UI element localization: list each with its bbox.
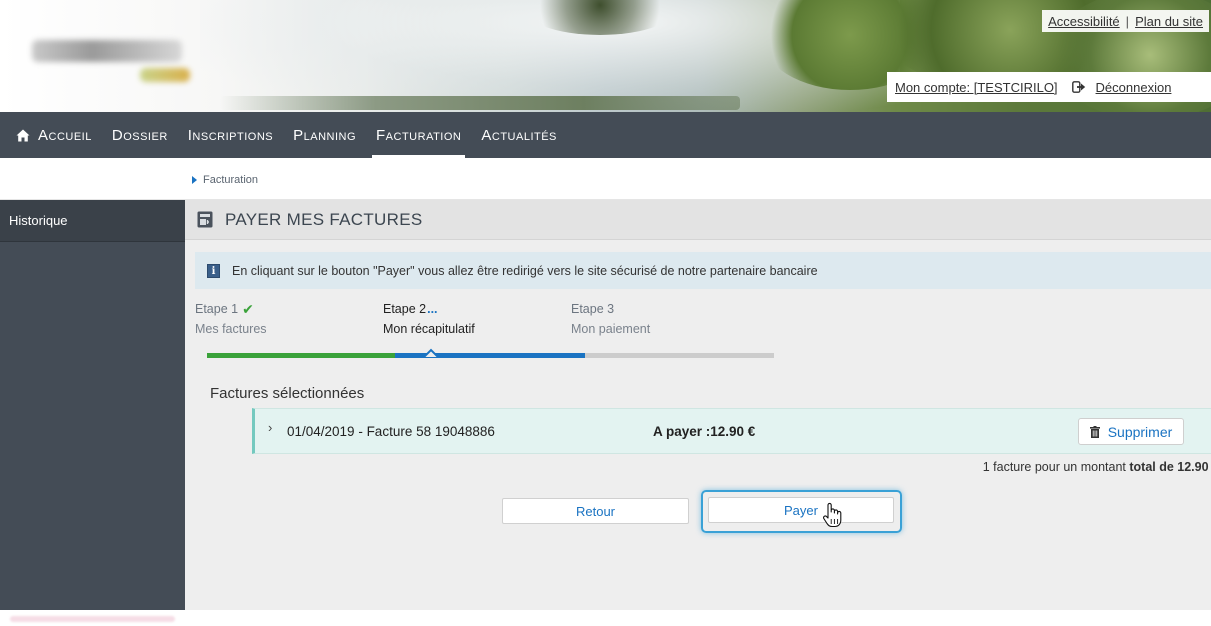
step-3: Etape 3 Mon paiement [571,300,650,336]
step-caret-icon [424,348,438,358]
home-icon [16,129,30,141]
banner-horizon [220,96,740,110]
main-nav: Accueil Dossier Inscriptions Planning Fa… [0,112,1211,158]
progress-segment-todo [585,353,774,358]
logout-link[interactable]: Déconnexion [1071,80,1172,95]
top-links: Accessibilité | Plan du site [1042,10,1209,32]
top-links-separator: | [1125,13,1130,29]
page-title-bar: PAYER MES FACTURES [185,200,1211,240]
nav-item-label: Planning [293,126,357,144]
nav-item-label: Accueil [38,126,92,144]
step-2-subtitle: Mon récapitulatif [383,322,475,336]
footer-strip [0,610,1211,626]
stepper-progress-bar [197,348,774,358]
sidebar: Historique [0,200,185,610]
step-3-title: Etape 3 [571,302,615,316]
in-progress-dots: ... [427,302,438,316]
step-2: Etape 2 ... Mon récapitulatif [383,300,475,336]
info-icon: i [207,263,220,278]
breadcrumb-current[interactable]: Facturation [203,174,258,186]
page-title: PAYER MES FACTURES [225,209,423,229]
chevron-right-icon[interactable]: › [268,420,272,435]
nav-item-label: Facturation [376,126,462,144]
nav-item-label: Inscriptions [187,126,274,144]
invoice-amount: A payer :12.90 € [653,424,756,439]
delete-label: Supprimer [1107,423,1173,440]
main-panel: PAYER MES FACTURES i En cliquant sur le … [185,200,1211,610]
footer-decoration [10,616,175,622]
total-amount: total de 12.90 [1129,460,1209,474]
selected-invoices-title: Factures sélectionnées [210,385,365,402]
account-bar: Mon compte: [TESTCIRILO] Déconnexion [887,72,1211,102]
site-logo[interactable] [30,30,190,86]
step-1-subtitle: Mes factures [195,322,267,336]
back-button[interactable]: Retour [502,498,689,524]
sidebar-item-label: Historique [9,213,68,228]
info-banner: i En cliquant sur le bouton "Payer" vous… [195,252,1211,289]
account-link[interactable]: Mon compte: [TESTCIRILO] [895,80,1058,95]
progress-segment-done [207,353,395,358]
step-1-title: Etape 1 [195,302,239,316]
invoice-label: 01/04/2019 - Facture 58 19048886 [287,424,495,439]
pay-button[interactable]: Payer [708,497,894,523]
step-2-title: Etape 2 [383,302,427,316]
back-button-label: Retour [575,503,616,519]
invoice-book-icon [197,211,213,228]
invoice-row[interactable]: › 01/04/2019 - Facture 58 19048886 A pay… [252,408,1211,454]
nav-item-facturation[interactable]: Facturation [366,112,471,158]
delete-invoice-button[interactable]: Supprimer [1078,418,1184,445]
step-3-subtitle: Mon paiement [571,322,651,336]
info-text: En cliquant sur le bouton "Payer" vous a… [232,263,818,278]
sidebar-item-historique[interactable]: Historique [0,200,185,242]
breadcrumb-bar: Facturation [0,158,1211,200]
total-prefix: 1 facture pour un montant [982,460,1130,474]
nav-item-label: Actualités [481,126,557,144]
header-banner: Accessibilité | Plan du site Mon compte:… [0,0,1211,112]
trash-icon [1089,425,1100,438]
sitemap-link[interactable]: Plan du site [1135,14,1203,29]
breadcrumb: Facturation [192,174,258,186]
nav-item-label: Dossier [111,126,168,144]
pay-button-label: Payer [784,502,818,518]
checkmark-icon: ✔ [242,300,254,317]
hand-pointer-icon [823,502,842,528]
step-1: Etape 1 ✔ Mes factures [195,300,267,337]
nav-item-planning[interactable]: Planning [283,112,366,158]
nav-item-dossier[interactable]: Dossier [102,112,178,158]
invoice-total-summary: 1 facture pour un montant total de 12.90… [983,460,1211,474]
nav-item-accueil[interactable]: Accueil [0,112,102,158]
nav-item-inscriptions[interactable]: Inscriptions [178,112,283,158]
nav-item-actualites[interactable]: Actualités [471,112,567,158]
breadcrumb-arrow-icon [192,176,197,184]
accessibility-link[interactable]: Accessibilité [1048,14,1120,29]
logout-label[interactable]: Déconnexion [1096,80,1172,95]
logout-icon [1071,81,1085,93]
